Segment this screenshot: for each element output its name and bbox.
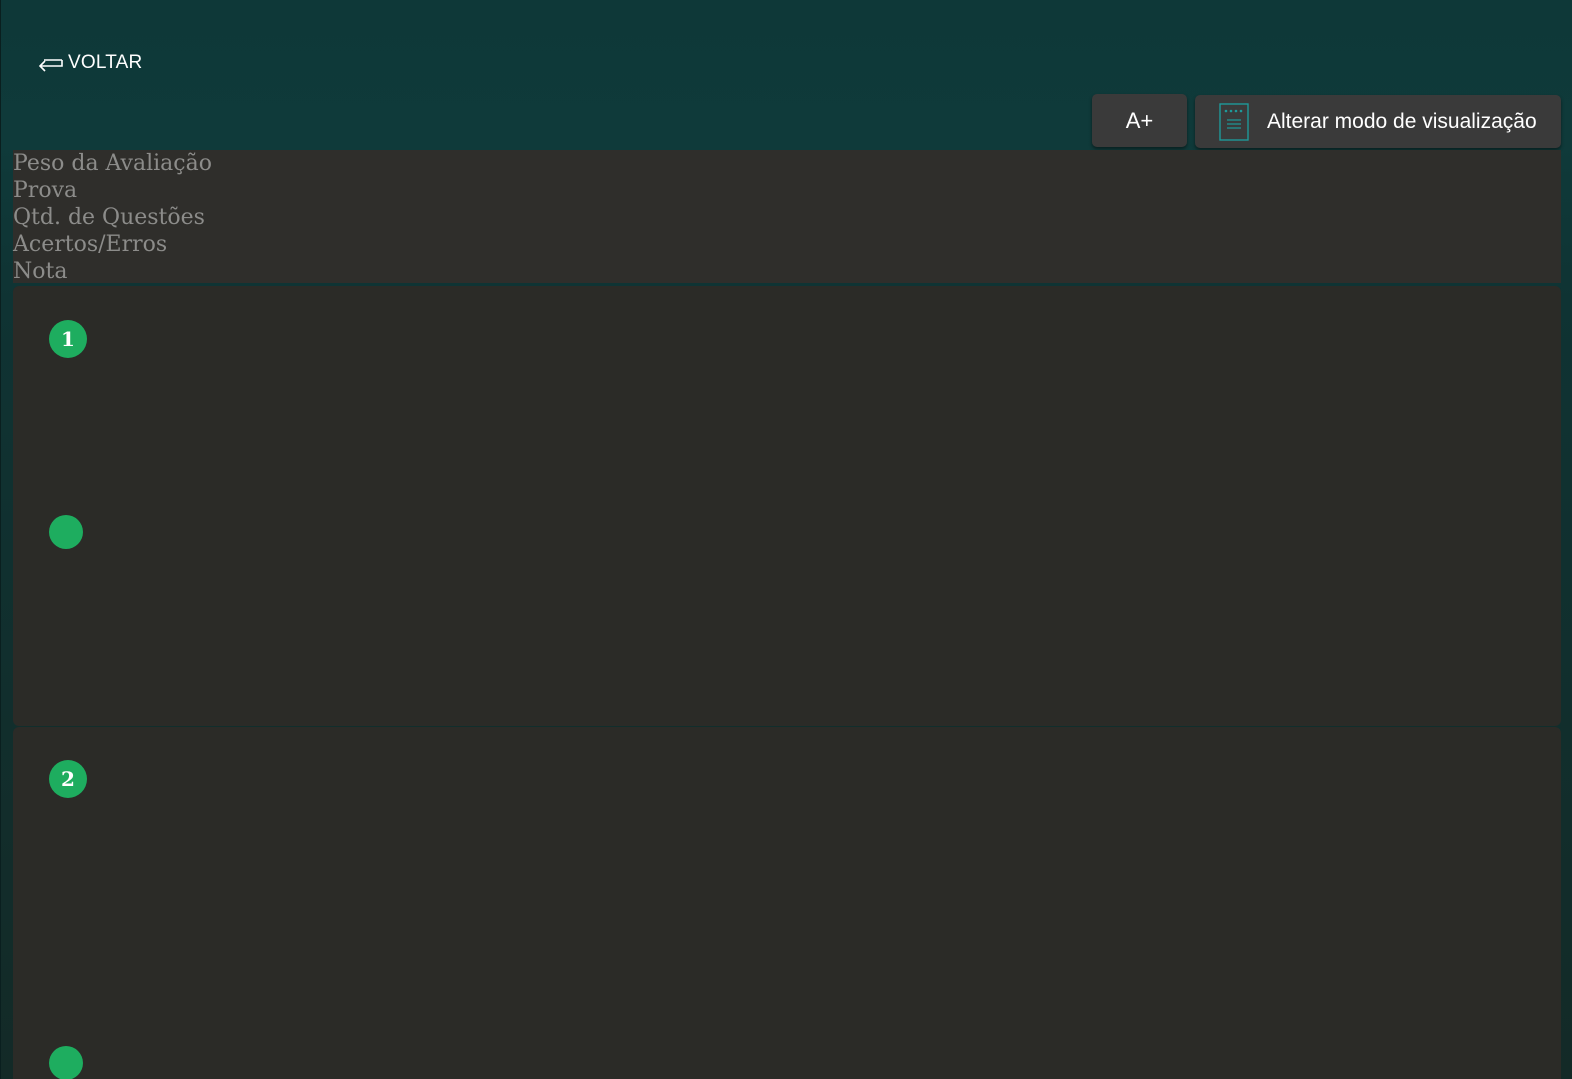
exam-label: Prova bbox=[13, 178, 78, 203]
question-card: 2 bbox=[13, 727, 1561, 1079]
question-number-badge: 1 bbox=[49, 320, 87, 358]
return-arrow-icon bbox=[34, 52, 64, 74]
answer-status-dot bbox=[49, 1046, 83, 1079]
grade-label: Nota bbox=[13, 259, 68, 284]
view-mode-label: Alterar modo de visualização bbox=[1267, 109, 1537, 133]
increase-font-label: A+ bbox=[1125, 107, 1154, 133]
question-number-badge: 2 bbox=[49, 760, 87, 798]
evaluation-info-panel: Peso da Avaliação Prova Qtd. de Questões… bbox=[13, 150, 1561, 284]
back-button[interactable]: VOLTAR bbox=[34, 52, 142, 74]
right-wrong-label: Acertos/Erros bbox=[13, 232, 168, 257]
question-card: 1 bbox=[13, 286, 1561, 726]
view-mode-button[interactable]: Alterar modo de visualização bbox=[1195, 95, 1561, 148]
back-label: VOLTAR bbox=[68, 52, 143, 73]
answer-status-dot bbox=[49, 515, 83, 549]
weight-label: Peso da Avaliação bbox=[13, 151, 212, 176]
increase-font-button[interactable]: A+ bbox=[1092, 94, 1187, 147]
question-count-label: Qtd. de Questões bbox=[13, 205, 205, 230]
document-icon bbox=[1219, 102, 1249, 141]
window-left-edge bbox=[0, 0, 1, 1079]
